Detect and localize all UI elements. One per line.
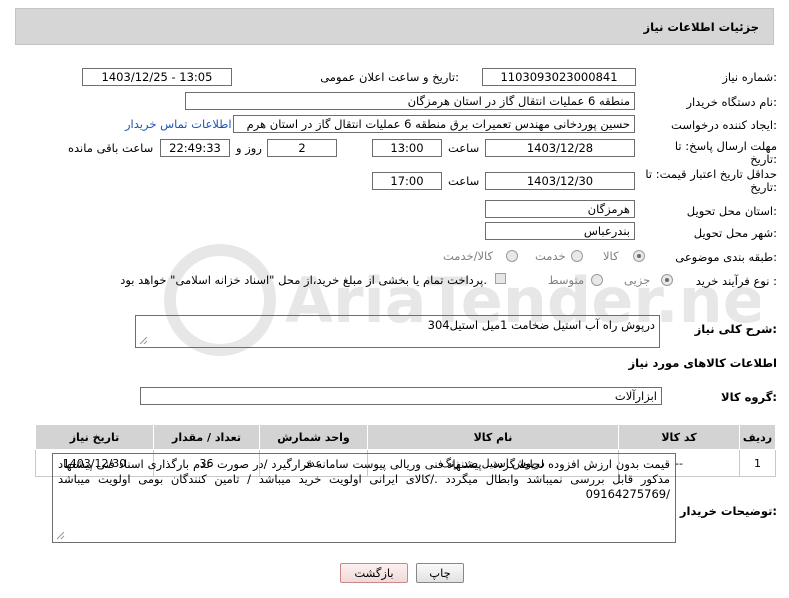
days-label: روز و	[236, 141, 262, 155]
goods-group-field: ابزارآلات	[140, 387, 662, 405]
col-quantity: تعداد / مقدار	[153, 424, 260, 450]
remaining-time-field: 22:49:33	[160, 139, 230, 157]
category-label: طبقه بندی موضوعی:	[675, 250, 777, 264]
items-table-header: ردیف کد کالا نام کالا واحد شمارش تعداد /…	[35, 424, 776, 450]
category-option-service: خدمت	[535, 249, 566, 263]
buyer-org-field: منطقه 6 عملیات انتقال گاز در استان هرمزگ…	[185, 92, 635, 110]
col-need-date: تاریخ نیاز	[35, 424, 154, 450]
requester-field: حسین پوردخانی مهندس تعمیرات برق منطقه 6 …	[233, 115, 635, 133]
treasury-payment-checkbox[interactable]	[495, 273, 506, 284]
general-description-label: شرح کلی نیاز:	[694, 322, 777, 336]
reply-deadline-label-date: تاریخ:	[750, 152, 777, 166]
category-option-goods: کالا	[603, 249, 619, 263]
page-header: جزئیات اطلاعات نیاز	[15, 8, 774, 45]
reply-deadline-label: مهلت ارسال پاسخ: تا	[674, 139, 777, 153]
need-number-label: شماره نیاز:	[722, 70, 777, 84]
treasury-payment-note: پرداخت تمام یا بخشی از مبلغ خرید،از محل …	[120, 273, 487, 287]
page-title: جزئیات اطلاعات نیاز	[643, 20, 759, 34]
process-type-label: نوع فرآیند خرید :	[695, 274, 777, 288]
process-option-minor: جزیی	[624, 273, 651, 287]
col-name: نام کالا	[367, 424, 619, 450]
category-radio-goods-service[interactable]	[506, 250, 518, 262]
col-code: کد کالا	[618, 424, 740, 450]
goods-section-title: اطلاعات کالاهای مورد نیاز	[628, 356, 777, 370]
col-row: ردیف	[739, 424, 776, 450]
general-description-field: درپوش راه آب استیل ضخامت 1میل استیل304	[135, 315, 660, 348]
delivery-city-field: بندرعباس	[485, 222, 635, 240]
buyer-notes-text: قیمت بدون ارزش افزوده لحاظ گردد . پیشنها…	[58, 457, 670, 501]
announce-datetime-label: تاریخ و ساعت اعلان عمومی:	[320, 70, 459, 84]
buyer-notes-field: قیمت بدون ارزش افزوده لحاظ گردد . پیشنها…	[52, 453, 676, 543]
remaining-time-label: ساعت باقی مانده	[68, 141, 154, 155]
need-number-field: 1103093023000841	[482, 68, 636, 86]
delivery-province-field: هرمزگان	[485, 200, 635, 218]
category-option-goods-service: کالا/خدمت	[443, 249, 494, 263]
requester-label: ایجاد کننده درخواست:	[671, 118, 777, 132]
validity-deadline-label-date: تاریخ:	[750, 180, 777, 194]
process-option-medium: متوسط	[548, 273, 585, 287]
buyer-notes-label: توضیحات خریدار:	[679, 504, 777, 518]
resize-grip-icon[interactable]	[56, 531, 65, 540]
validity-deadline-label: حداقل تاریخ اعتبار قیمت: تا	[645, 167, 777, 181]
resize-grip-icon[interactable]	[139, 336, 148, 345]
announce-datetime-field: 1403/12/25 - 13:05	[82, 68, 232, 86]
validity-time-label: ساعت	[448, 174, 480, 188]
col-unit: واحد شمارش	[259, 424, 368, 450]
back-button[interactable]: بازگشت	[340, 563, 408, 583]
buyer-org-label: نام دستگاه خریدار:	[686, 95, 777, 109]
delivery-province-label: استان محل تحویل:	[686, 204, 777, 218]
general-description-text: درپوش راه آب استیل ضخامت 1میل استیل304	[427, 318, 655, 332]
category-radio-goods[interactable]	[633, 250, 645, 262]
cell-row: 1	[739, 449, 776, 477]
process-radio-minor[interactable]	[661, 274, 673, 286]
reply-time-label: ساعت	[448, 141, 480, 155]
reply-deadline-time-field: 13:00	[372, 139, 442, 157]
remaining-days-field: 2	[267, 139, 337, 157]
process-radio-medium[interactable]	[591, 274, 603, 286]
validity-deadline-time-field: 17:00	[372, 172, 442, 190]
validity-deadline-date-field: 1403/12/30	[485, 172, 635, 190]
buyer-contact-link[interactable]: اطلاعات تماس خریدار	[125, 117, 232, 131]
goods-group-label: گروه کالا:	[721, 390, 777, 404]
category-radio-service[interactable]	[571, 250, 583, 262]
reply-deadline-date-field: 1403/12/28	[485, 139, 635, 157]
print-button[interactable]: چاپ	[416, 563, 464, 583]
delivery-city-label: شهر محل تحویل:	[693, 226, 777, 240]
